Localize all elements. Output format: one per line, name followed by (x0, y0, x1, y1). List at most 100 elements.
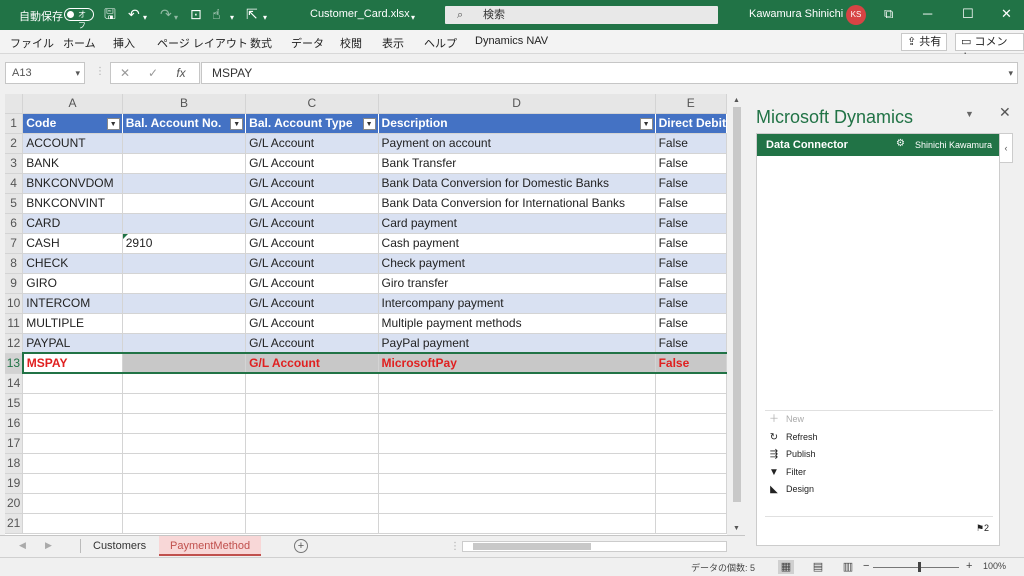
cell[interactable] (22, 453, 123, 474)
add-sheet-icon[interactable]: + (294, 539, 308, 553)
spreadsheet-grid[interactable]: A B C D E 1 Code ▼ Bal. Account No. ▼ Bal.… (5, 94, 727, 535)
cell[interactable]: Bank Data Conversion for Domestic Banks (378, 173, 656, 194)
cell[interactable]: Bank Data Conversion for International B… (378, 193, 656, 214)
cell[interactable]: CARD (22, 213, 123, 234)
row-header[interactable]: 8 (5, 253, 24, 274)
column-header-b[interactable]: B (122, 94, 247, 114)
cell[interactable]: G/L Account (245, 213, 379, 234)
header-cell[interactable]: Code ▼ (22, 113, 123, 134)
scroll-thumb[interactable] (733, 107, 741, 502)
row-header[interactable]: 1 (5, 113, 24, 134)
close-icon[interactable]: ✕ (1001, 6, 1012, 22)
cell[interactable] (122, 213, 247, 234)
tab-view[interactable]: 表示 (382, 35, 404, 51)
column-header-e[interactable]: E (655, 94, 727, 114)
cell[interactable] (245, 433, 379, 454)
next-sheet-icon[interactable]: ▶ (45, 540, 52, 551)
cell[interactable] (655, 493, 727, 514)
cell[interactable]: Bank Transfer (378, 153, 656, 174)
cell[interactable]: G/L Account (245, 133, 379, 154)
cell[interactable] (122, 193, 247, 214)
horizontal-scrollbar[interactable] (462, 541, 727, 552)
pointer-icon[interactable]: ⇱ (246, 6, 258, 22)
row-header[interactable]: 20 (5, 493, 24, 514)
cell[interactable]: False (655, 273, 727, 294)
cell[interactable] (122, 153, 247, 174)
cell[interactable]: False (655, 293, 727, 314)
cell[interactable]: INTERCOM (22, 293, 123, 314)
gear-icon[interactable]: ⚙ (896, 138, 905, 149)
cell[interactable]: Cash payment (378, 233, 656, 254)
cell[interactable]: MicrosoftPay (378, 352, 656, 374)
cell[interactable]: False (655, 153, 727, 174)
notification-indicator[interactable]: ⚑2 (765, 516, 993, 534)
tab-split-handle-icon[interactable]: ⋮ (450, 541, 460, 552)
tab-review[interactable]: 校閲 (340, 35, 362, 51)
cell[interactable] (245, 373, 379, 394)
cell[interactable]: Intercompany payment (378, 293, 656, 314)
cancel-icon[interactable]: ✕ (111, 63, 139, 83)
tab-data[interactable]: データ (291, 35, 324, 51)
file-name[interactable]: Customer_Card.xlsx (310, 8, 410, 20)
scroll-down-icon[interactable]: ▼ (733, 525, 740, 532)
customize-toolbar-icon[interactable]: ▾ (263, 10, 267, 26)
cell[interactable]: G/L Account (245, 293, 379, 314)
cell[interactable]: BANK (22, 153, 123, 174)
cell[interactable] (655, 513, 727, 534)
cell[interactable]: PayPal payment (378, 333, 656, 354)
column-header-d[interactable]: D (378, 94, 656, 114)
cell[interactable]: Giro transfer (378, 273, 656, 294)
cell[interactable]: False (655, 173, 727, 194)
tab-help[interactable]: ヘルプ (424, 35, 457, 51)
header-cell[interactable]: Bal. Account Type ▼ (245, 113, 379, 134)
undo-icon[interactable]: ↶ (128, 6, 140, 22)
cell[interactable]: False (655, 253, 727, 274)
comment-button[interactable]: ▭ コメント (955, 33, 1024, 64)
cell[interactable] (122, 133, 247, 154)
cell[interactable] (122, 473, 247, 494)
cell[interactable]: Check payment (378, 253, 656, 274)
row-header[interactable]: 9 (5, 273, 24, 294)
cell[interactable]: G/L Account (245, 233, 379, 254)
scroll-up-icon[interactable]: ▲ (733, 97, 740, 104)
insert-function-icon[interactable]: fx (167, 63, 195, 83)
header-cell[interactable]: Description ▼ (378, 113, 656, 134)
page-layout-view-icon[interactable]: ▤ (810, 560, 826, 574)
zoom-slider-thumb[interactable] (918, 562, 921, 572)
row-header[interactable]: 10 (5, 293, 24, 314)
ribbon-display-icon[interactable]: ⧉ (884, 6, 893, 22)
cell[interactable]: 2910 (122, 233, 247, 254)
minimize-icon[interactable]: ─ (923, 6, 932, 21)
row-header[interactable]: 11 (5, 313, 24, 334)
pane-options-icon[interactable]: ▼ (965, 109, 974, 119)
tab-page-layout[interactable]: ページ レイアウト (157, 35, 248, 51)
cell[interactable] (122, 513, 247, 534)
cell[interactable] (22, 493, 123, 514)
cell[interactable]: G/L Account (245, 253, 379, 274)
column-header-c[interactable]: C (245, 94, 379, 114)
cell[interactable] (378, 453, 656, 474)
cell[interactable]: MULTIPLE (22, 313, 123, 334)
row-header[interactable]: 15 (5, 393, 24, 414)
cell[interactable] (378, 433, 656, 454)
select-all-corner[interactable] (5, 94, 24, 114)
header-cell[interactable]: Direct Debit (655, 113, 727, 134)
collapse-panel-icon[interactable]: ‹ (999, 133, 1013, 163)
cell[interactable]: CHECK (22, 253, 123, 274)
cell[interactable] (122, 313, 247, 334)
cell[interactable]: PAYPAL (22, 333, 123, 354)
zoom-out-icon[interactable]: − (863, 560, 869, 572)
cell[interactable] (655, 393, 727, 414)
cell[interactable] (122, 393, 247, 414)
expand-formula-icon[interactable]: ▾ (1008, 63, 1013, 83)
autosave-toggle[interactable]: オフ (64, 8, 94, 30)
cell[interactable]: G/L Account (245, 273, 379, 294)
zoom-in-icon[interactable]: + (966, 560, 972, 572)
cell[interactable] (122, 493, 247, 514)
row-header[interactable]: 7 (5, 233, 24, 254)
cell[interactable] (655, 433, 727, 454)
normal-view-icon[interactable]: ▦ (778, 560, 794, 574)
page-break-view-icon[interactable]: ▥ (840, 560, 856, 574)
zoom-slider[interactable] (873, 567, 959, 568)
cell[interactable]: False (655, 193, 727, 214)
